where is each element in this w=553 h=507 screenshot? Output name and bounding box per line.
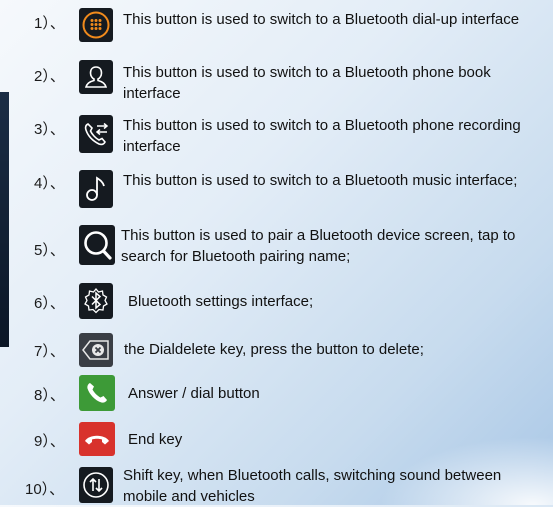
item-number: 1）、 [34,15,65,32]
item-description: Answer / dial button [128,385,260,402]
item-number: 3）、 [34,121,65,138]
item-number: 10）、 [25,481,65,498]
item-number: 6）、 [34,295,65,312]
music-note-icon [79,170,113,208]
side-panel-edge [0,92,9,347]
swap-audio-icon [79,467,113,503]
item-description: This button is used to switch to a Bluet… [123,172,518,189]
item-number: 5）、 [34,242,65,259]
item-description: This button is used to switch to a Bluet… [123,11,520,28]
item-description: This button is used to switch to a Bluet… [123,117,521,155]
end-call-icon [79,422,115,456]
item-number: 7）、 [34,343,65,360]
item-description: This button is used to switch to a Bluet… [123,64,491,102]
backspace-icon [79,333,113,367]
item-number: 9）、 [34,433,65,450]
answer-call-icon [79,375,115,411]
item-description: This button is used to pair a Bluetooth … [121,227,516,265]
item-description: Shift key, when Bluetooth calls, switchi… [123,467,502,505]
item-description: the Dialdelete key, press the button to … [124,341,424,358]
call-log-icon [79,115,113,153]
search-icon [79,225,115,265]
item-number: 8）、 [34,387,65,404]
item-number: 2）、 [34,68,65,85]
item-description: End key [128,431,183,448]
bluetooth-gear-icon [79,283,113,319]
item-description: Bluetooth settings interface; [128,293,314,310]
item-number: 4）、 [34,175,65,192]
dialpad-icon [79,8,113,42]
contact-icon [79,60,113,94]
